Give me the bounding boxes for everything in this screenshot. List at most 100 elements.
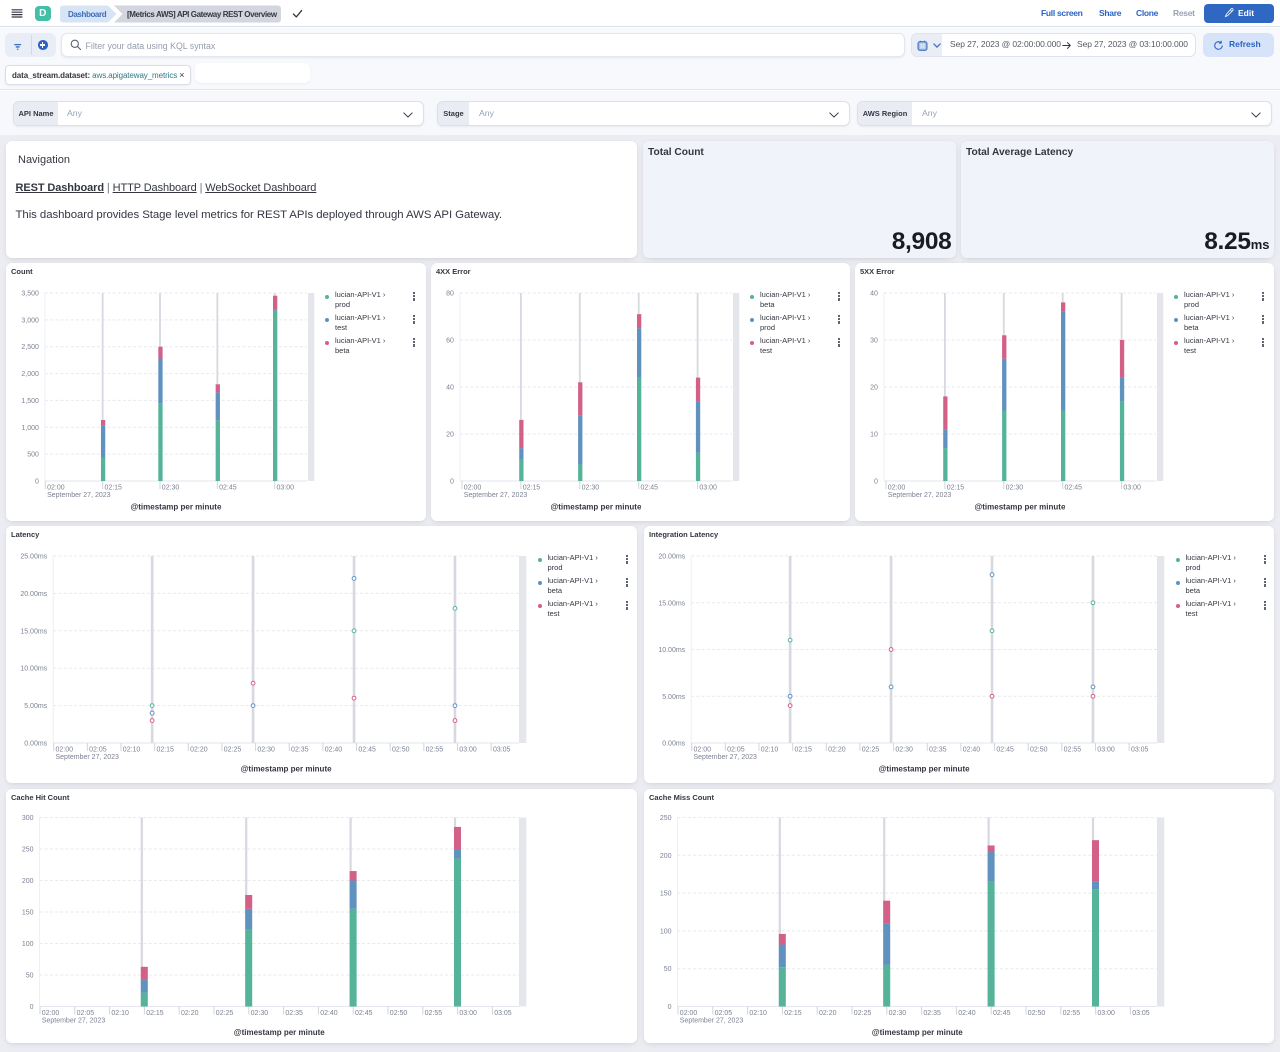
svg-text:02:20: 02:20 (819, 1010, 837, 1017)
svg-text:02:00: 02:00 (464, 485, 482, 492)
svg-text:02:00: 02:00 (42, 1010, 60, 1017)
svg-text:30: 30 (870, 338, 878, 345)
svg-text:02:15: 02:15 (947, 485, 965, 492)
svg-text:03:05: 03:05 (494, 1010, 512, 1017)
svg-text:02:50: 02:50 (392, 747, 410, 754)
svg-text:5.00ms: 5.00ms (24, 703, 47, 710)
svg-text:Dashboard: Dashboard (68, 10, 107, 19)
svg-text:03:00: 03:00 (1123, 485, 1141, 492)
svg-text:20: 20 (446, 432, 454, 439)
svg-text:03:00: 03:00 (1097, 747, 1115, 754)
svg-text:10.00ms: 10.00ms (20, 666, 47, 673)
svg-text:02:25: 02:25 (224, 747, 242, 754)
svg-text:50: 50 (26, 973, 34, 980)
svg-text:20: 20 (870, 385, 878, 392)
svg-text:02:35: 02:35 (929, 747, 947, 754)
svg-text:September 27, 2023: September 27, 2023 (680, 1018, 744, 1025)
svg-text:@timestamp per minute: @timestamp per minute (872, 1028, 963, 1037)
svg-text:0: 0 (874, 479, 878, 486)
svg-text:September 27, 2023: September 27, 2023 (47, 492, 111, 499)
svg-text:200: 200 (22, 878, 34, 885)
svg-text:02:45: 02:45 (358, 747, 376, 754)
svg-text:02:20: 02:20 (190, 747, 208, 754)
svg-text:0: 0 (35, 479, 39, 486)
svg-text:2,000: 2,000 (21, 371, 39, 378)
svg-text:02:30: 02:30 (889, 1010, 907, 1017)
svg-text:02:50: 02:50 (390, 1010, 408, 1017)
svg-text:40: 40 (446, 385, 454, 392)
svg-text:200: 200 (660, 853, 672, 860)
svg-text:1,000: 1,000 (21, 425, 39, 432)
svg-text:0: 0 (450, 479, 454, 486)
svg-text:02:00: 02:00 (56, 747, 74, 754)
svg-text:September 27, 2023: September 27, 2023 (888, 492, 952, 499)
svg-text:03:05: 03:05 (1132, 1010, 1150, 1017)
svg-text:02:45: 02:45 (641, 485, 659, 492)
svg-text:5.00ms: 5.00ms (662, 694, 685, 701)
svg-text:250: 250 (660, 815, 672, 822)
svg-text:3,000: 3,000 (21, 317, 39, 324)
svg-text:02:15: 02:15 (156, 747, 174, 754)
svg-text:02:45: 02:45 (219, 485, 237, 492)
svg-text:02:00: 02:00 (680, 1010, 698, 1017)
svg-text:September 27, 2023: September 27, 2023 (464, 492, 528, 499)
svg-text:100: 100 (22, 941, 34, 948)
svg-text:3,500: 3,500 (21, 291, 39, 298)
svg-text:September 27, 2023: September 27, 2023 (694, 754, 758, 761)
svg-text:02:55: 02:55 (1063, 1010, 1081, 1017)
svg-text:15.00ms: 15.00ms (20, 628, 47, 635)
svg-text:03:00: 03:00 (1097, 1010, 1115, 1017)
svg-text:02:15: 02:15 (794, 747, 812, 754)
svg-text:02:45: 02:45 (355, 1010, 373, 1017)
svg-text:02:55: 02:55 (1064, 747, 1082, 754)
svg-text:25.00ms: 25.00ms (20, 554, 47, 561)
svg-text:02:30: 02:30 (162, 485, 180, 492)
svg-text:02:35: 02:35 (285, 1010, 303, 1017)
svg-text:03:00: 03:00 (277, 485, 295, 492)
svg-text:02:30: 02:30 (1006, 485, 1024, 492)
svg-text:02:20: 02:20 (828, 747, 846, 754)
svg-text:300: 300 (22, 815, 34, 822)
svg-text:02:30: 02:30 (582, 485, 600, 492)
svg-text:02:20: 02:20 (181, 1010, 199, 1017)
svg-text:500: 500 (27, 452, 39, 459)
svg-text:02:50: 02:50 (1028, 1010, 1046, 1017)
svg-text:2,500: 2,500 (21, 344, 39, 351)
svg-text:02:55: 02:55 (425, 1010, 443, 1017)
svg-text:150: 150 (660, 891, 672, 898)
svg-text:02:15: 02:15 (784, 1010, 802, 1017)
svg-text:02:55: 02:55 (426, 747, 444, 754)
svg-text:02:40: 02:40 (958, 1010, 976, 1017)
svg-text:02:30: 02:30 (251, 1010, 269, 1017)
svg-text:0: 0 (30, 1004, 34, 1011)
svg-text:03:00: 03:00 (699, 485, 717, 492)
svg-text:150: 150 (22, 910, 34, 917)
svg-text:10.00ms: 10.00ms (658, 647, 685, 654)
svg-text:60: 60 (446, 338, 454, 345)
svg-text:10: 10 (870, 432, 878, 439)
svg-text:02:45: 02:45 (993, 1010, 1011, 1017)
svg-text:@timestamp per minute: @timestamp per minute (241, 765, 332, 774)
svg-text:40: 40 (870, 291, 878, 298)
svg-text:02:30: 02:30 (895, 747, 913, 754)
svg-text:02:40: 02:40 (963, 747, 981, 754)
svg-text:250: 250 (22, 847, 34, 854)
svg-text:@timestamp per minute: @timestamp per minute (550, 503, 641, 512)
svg-text:02:25: 02:25 (862, 747, 880, 754)
svg-text:02:00: 02:00 (47, 485, 65, 492)
svg-text:15.00ms: 15.00ms (658, 600, 685, 607)
svg-text:02:25: 02:25 (854, 1010, 872, 1017)
svg-text:02:05: 02:05 (89, 747, 107, 754)
svg-text:03:00: 03:00 (459, 1010, 477, 1017)
svg-text:20.00ms: 20.00ms (20, 591, 47, 598)
svg-text:03:05: 03:05 (1131, 747, 1149, 754)
svg-text:0.00ms: 0.00ms (662, 741, 685, 748)
svg-text:@timestamp per minute: @timestamp per minute (234, 1028, 325, 1037)
svg-text:02:10: 02:10 (111, 1010, 129, 1017)
svg-text:02:35: 02:35 (291, 747, 309, 754)
svg-text:02:00: 02:00 (888, 485, 906, 492)
svg-text:02:05: 02:05 (727, 747, 745, 754)
svg-text:80: 80 (446, 291, 454, 298)
svg-text:50: 50 (664, 966, 672, 973)
svg-text:20.00ms: 20.00ms (658, 554, 685, 561)
